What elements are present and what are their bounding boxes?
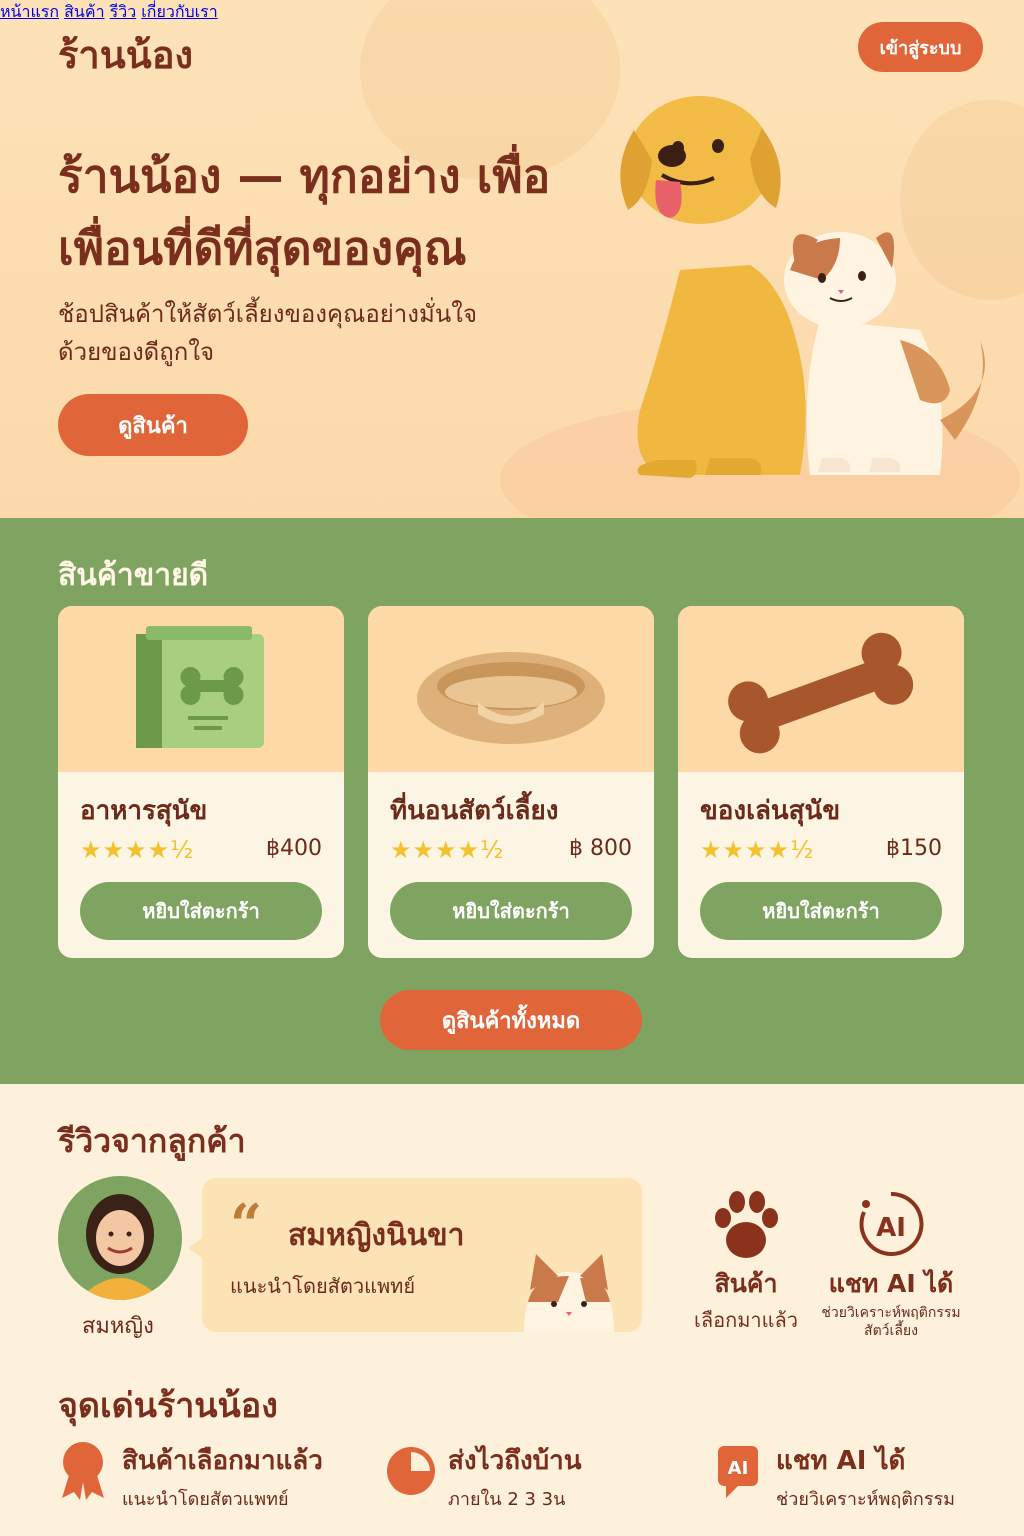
best-sellers-section: สินค้าขายดี อาหารสุนัข ★★★★½ ฿400 หยิบใส… <box>0 518 1024 1084</box>
product-image <box>368 606 654 772</box>
cat-face-icon <box>524 1254 614 1332</box>
dog-food-bag-icon <box>136 626 264 748</box>
svg-text:AI: AI <box>876 1213 906 1243</box>
feature-ai-chat: AI แชท AI ได้ ช่วยวิเคราะห์พฤติกรรม สัตว… <box>816 1188 966 1340</box>
feature-selected: สินค้า เลือกมาแล้ว <box>676 1188 816 1336</box>
nav-reviews[interactable]: รีวิว <box>110 2 137 21</box>
highlight-label: ส่งไวถึงบ้าน <box>448 1446 582 1476</box>
highlight-sub: ภายใน 2 3 3น <box>448 1489 566 1510</box>
svg-text:AI: AI <box>728 1458 749 1479</box>
nav-products[interactable]: สินค้า <box>64 2 104 21</box>
product-name: อาหารสุนัข <box>80 796 208 826</box>
reviews-section: รีวิวจากลูกค้า สมหญิง “ สมหญิงนินขา แนะน… <box>0 1084 1024 1536</box>
dog-and-cat-illustration <box>620 96 985 478</box>
review-role: แนะนำโดยสัตวแพทย์ <box>230 1274 416 1298</box>
product-card[interactable]: ของเล่นสุนัข ★★★★½ ฿150 หยิบใส่ตะกร้า <box>678 606 964 958</box>
clock-icon <box>387 1447 435 1495</box>
star-rating: ★★★★½ <box>700 836 815 864</box>
section-title: รีวิวจากลูกค้า <box>58 1122 246 1160</box>
view-products-button[interactable]: ดูสินค้า <box>58 394 248 456</box>
view-all-products-button[interactable]: ดูสินค้าทั้งหมด <box>380 990 642 1050</box>
avatar <box>58 1176 182 1300</box>
login-button[interactable]: เข้าสู่ระบบ <box>858 22 983 72</box>
highlight-label: สินค้าเลือกมาแล้ว <box>122 1446 323 1476</box>
dog-illustration <box>620 96 806 478</box>
nav-about[interactable]: เกี่ยวกับเรา <box>141 2 217 21</box>
highlights-title: จุดเด่นร้านน้อง <box>58 1386 278 1426</box>
avatar-image <box>78 1194 162 1300</box>
review-bubble: “ สมหญิงนินขา แนะนำโดยสัตวแพทย์ <box>188 1178 642 1332</box>
quote-icon: “ <box>230 1192 263 1258</box>
highlight-sub: แนะนำโดยสัตวแพทย์ <box>122 1489 289 1510</box>
ai-chat-icon: AI <box>718 1446 758 1498</box>
add-to-cart-button[interactable]: หยิบใส่ตะกร้า <box>700 882 942 940</box>
product-name: ของเล่นสุนัข <box>700 796 841 826</box>
star-rating: ★★★★½ <box>390 836 505 864</box>
ai-icon: AI <box>859 1191 924 1256</box>
nav-home[interactable]: หน้าแรก <box>0 2 59 21</box>
cat-illustration <box>784 232 985 475</box>
feature-label: สินค้า <box>714 1269 778 1298</box>
site-logo[interactable]: ร้านน้อง <box>58 24 193 85</box>
add-to-cart-button[interactable]: หยิบใส่ตะกร้า <box>80 882 322 940</box>
hero-title: ร้านน้อง — ทุกอย่าง เพื่อเพื่อนที่ดีที่ส… <box>58 149 551 275</box>
product-card[interactable]: ที่นอนสัตว์เลี้ยง ★★★★½ ฿ 800 หยิบใส่ตะก… <box>368 606 654 958</box>
feature-label: แชท AI ได้ <box>828 1269 954 1298</box>
review-quote: สมหญิงนินขา <box>288 1218 465 1253</box>
product-card[interactable]: อาหารสุนัข ★★★★½ ฿400 หยิบใส่ตะกร้า <box>58 606 344 958</box>
product-price: ฿400 <box>266 836 322 861</box>
bone-toy-icon <box>728 632 914 754</box>
product-image <box>58 606 344 772</box>
add-to-cart-button[interactable]: หยิบใส่ตะกร้า <box>390 882 632 940</box>
product-price: ฿150 <box>886 836 942 861</box>
paw-icon <box>715 1191 778 1258</box>
product-image <box>678 606 964 772</box>
feature-sub: ช่วยวิเคราะห์พฤติกรรม สัตว์เลี้ยง <box>821 1305 961 1339</box>
highlight-sub: ช่วยวิเคราะห์พฤติกรรม <box>776 1489 956 1510</box>
highlight-label: แชท AI ได้ <box>776 1446 906 1476</box>
star-rating: ★★★★½ <box>80 836 195 864</box>
hero-section: ร้านน้อง หน้าแรก สินค้า รีวิว เกี่ยวกับเ… <box>0 0 1024 518</box>
product-price: ฿ 800 <box>569 836 632 861</box>
reviewer-name: สมหญิง <box>82 1314 154 1339</box>
pet-bed-icon <box>417 652 605 744</box>
award-icon <box>62 1442 104 1500</box>
section-title: สินค้าขายดี <box>58 558 209 593</box>
product-name: ที่นอนสัตว์เลี้ยง <box>390 796 559 826</box>
hero-subtitle: ช้อปสินค้าให้สัตว์เลี้ยงของคุณอย่างมั่นใ… <box>58 300 478 366</box>
feature-sub: เลือกมาแล้ว <box>693 1308 798 1332</box>
